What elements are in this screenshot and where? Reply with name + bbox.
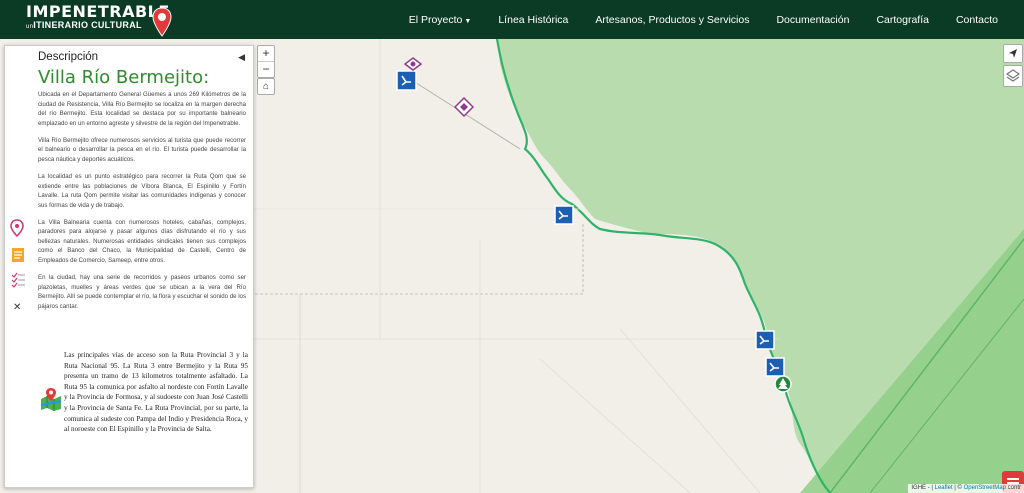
nav-artesanos[interactable]: Artesanos, Productos y Servicios [595, 14, 749, 26]
location-pin-icon[interactable] [10, 219, 24, 237]
marker-artesano-1[interactable] [404, 57, 422, 71]
description-paragraph: En la ciudad, hay una serie de recorrido… [38, 274, 246, 310]
locate-button[interactable] [1003, 44, 1023, 63]
map-route-icon [40, 388, 62, 411]
description-paragraph: La localidad es un punto estratégico par… [38, 172, 246, 209]
navigation-arrow-icon [1009, 49, 1017, 58]
osm-link[interactable]: OpenStreetMap [964, 485, 1006, 491]
access-routes-text: Las principales vías de acceso son la Ru… [64, 351, 248, 434]
leaflet-link[interactable]: Leaflet [935, 485, 953, 491]
marker-balneario-3[interactable] [755, 330, 775, 350]
logo-title: IMPENETRABLE [26, 2, 170, 21]
description-paragraph: La Villa Balnearia cuenta con numerosos … [38, 218, 246, 265]
layers-button[interactable] [1003, 65, 1023, 87]
road-6 [619, 328, 761, 493]
nav-documentacion[interactable]: Documentación [776, 14, 849, 26]
site-logo[interactable]: IMPENETRABLE unITINERARIO CULTURAL [26, 2, 172, 37]
document-icon[interactable] [10, 247, 26, 263]
nav-cartografia[interactable]: Cartografía [876, 14, 929, 26]
dashed-boundary [254, 224, 584, 295]
panel-title: Villa Río Bermejito: [38, 67, 210, 88]
tree-marker-icon[interactable] [774, 375, 792, 393]
top-navbar: IMPENETRABLE unITINERARIO CULTURAL El Pr… [0, 0, 1024, 39]
panel-header: Descripción [38, 51, 99, 63]
logo-pin-icon [152, 7, 172, 37]
panel-description: Ubicada en el Departamento General Güeme… [38, 90, 246, 319]
layers-icon [1005, 69, 1021, 82]
nav-contacto[interactable]: Contacto [956, 14, 998, 26]
home-button[interactable]: ⌂ [257, 78, 275, 95]
nav-linea-historica[interactable]: Línea Histórica [498, 14, 568, 26]
marker-balneario-1[interactable] [396, 70, 417, 91]
main-nav: El Proyecto ▼ Línea Histórica Artesanos, … [382, 0, 998, 39]
road-7 [539, 358, 691, 493]
close-icon[interactable]: ✕ [13, 302, 21, 313]
description-panel: Descripción ◀ Villa Río Bermejito: Ubica… [4, 45, 254, 488]
chevron-down-icon: ▼ [464, 17, 472, 25]
map-attribution: IGHE - | Leaflet | © OpenStreetMap contr [908, 484, 1024, 493]
checklist-icon[interactable] [10, 272, 26, 288]
marker-balneario-2[interactable] [554, 205, 574, 225]
zoom-in-button[interactable]: + [258, 46, 274, 61]
description-paragraph: Villa Río Bermejito ofrece numerosos ser… [38, 136, 246, 163]
collapse-panel-button[interactable]: ◀ [238, 52, 245, 63]
nav-el-proyecto[interactable]: El Proyecto ▼ [409, 14, 472, 26]
description-paragraph: Ubicada en el Departamento General Güeme… [38, 91, 246, 127]
logo-subtitle: unITINERARIO CULTURAL [26, 20, 142, 31]
marker-artesano-2[interactable] [454, 97, 474, 117]
zoom-out-button[interactable]: − [258, 61, 274, 77]
zoom-control: + − [257, 45, 275, 78]
marker-balneario-4[interactable] [765, 357, 785, 377]
